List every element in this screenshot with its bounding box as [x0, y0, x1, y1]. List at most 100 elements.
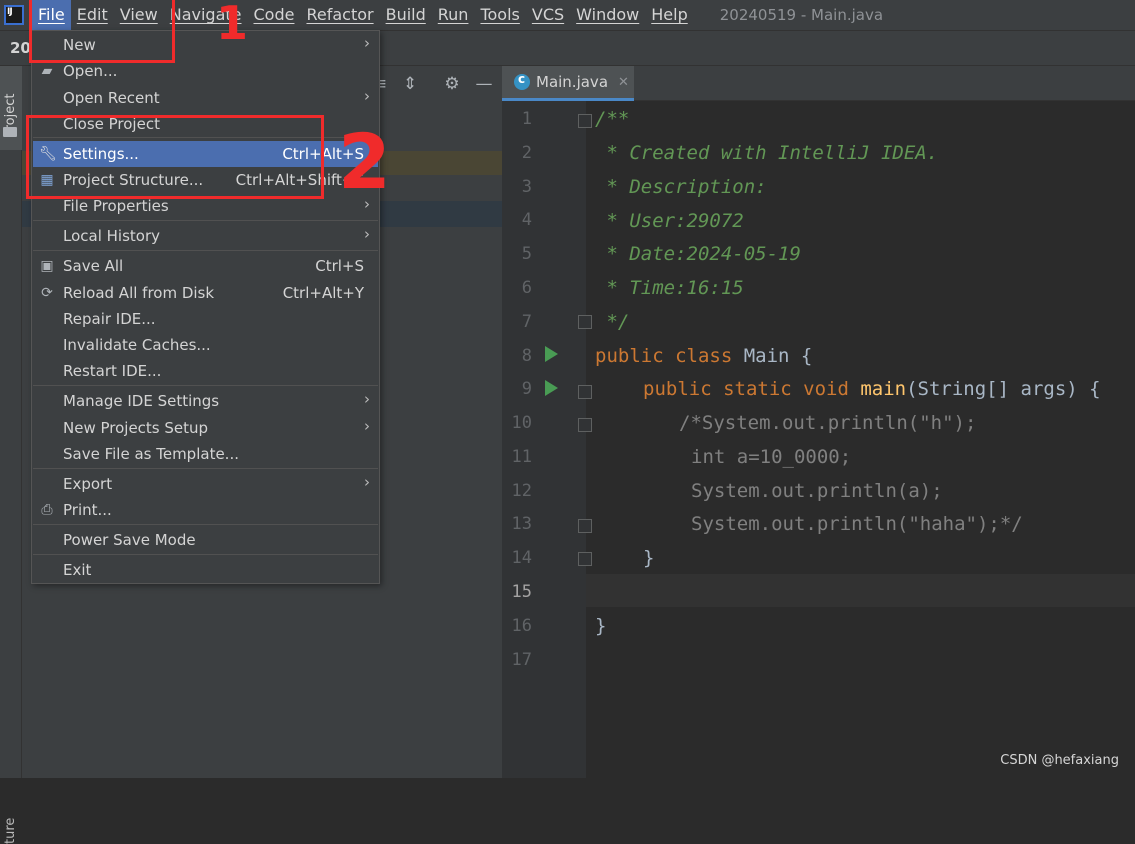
menu-item-new-projects-setup[interactable]: New Projects Setup › [33, 415, 378, 441]
menu-item-print[interactable]: ⎙ Print... [33, 497, 378, 523]
code-line-2[interactable]: * Created with IntelliJ IDEA. [595, 142, 938, 164]
menu-code[interactable]: Code [248, 0, 301, 30]
code-line-8[interactable]: public class Main { [595, 345, 812, 367]
expand-collapse-icon[interactable]: ⇕ [400, 74, 420, 94]
menu-item-save-all[interactable]: ▣ Save All Ctrl+S [33, 253, 378, 279]
annotation-number-1: 1 [216, 0, 249, 50]
menu-run[interactable]: Run [432, 0, 475, 30]
code-line-6[interactable]: * Time:16:15 [595, 277, 743, 299]
editor-gutter: 1 2 3 4 5 6 7 8 9 10 11 12 13 14 15 16 1… [502, 101, 592, 778]
fold-marker-icon[interactable] [578, 114, 592, 128]
keyword: public class [595, 345, 744, 367]
menu-item-label: Invalidate Caches... [63, 336, 211, 354]
menu-separator [33, 250, 378, 251]
line-number: 11 [511, 447, 532, 467]
code-line-1[interactable]: /** [595, 108, 629, 130]
line-number: 4 [521, 210, 532, 230]
method-name: main [860, 378, 907, 400]
menu-separator [33, 524, 378, 525]
menu-item-label: Save All [63, 257, 124, 275]
code-line-9[interactable]: public static void main(String[] args) { [643, 378, 1101, 400]
fold-marker-icon[interactable] [578, 418, 592, 432]
submenu-arrow-icon: › [364, 417, 370, 435]
line-number: 2 [521, 143, 532, 163]
current-line-highlight [586, 574, 1135, 607]
menu-item-open-recent[interactable]: Open Recent › [33, 85, 378, 111]
annotation-box-file [29, 0, 175, 63]
line-number: 13 [511, 514, 532, 534]
line-number: 3 [521, 177, 532, 197]
code-line-13[interactable]: System.out.println("haha");*/ [691, 513, 1023, 535]
hide-panel-icon[interactable]: — [474, 74, 494, 94]
menu-item-power-save-mode[interactable]: Power Save Mode [33, 527, 378, 553]
fold-marker-icon[interactable] [578, 385, 592, 399]
code-line-10[interactable]: /*System.out.println("h"); [679, 412, 976, 434]
java-class-icon [514, 72, 530, 90]
code-line-5[interactable]: * Date:2024-05-19 [595, 243, 800, 265]
line-number: 16 [511, 616, 532, 636]
submenu-arrow-icon: › [364, 34, 370, 52]
menu-separator [33, 220, 378, 221]
code-line-14[interactable]: } [643, 547, 654, 569]
menu-item-label: Repair IDE... [63, 310, 156, 328]
menu-item-repair-ide[interactable]: Repair IDE... [33, 306, 378, 332]
menu-item-label: Open Recent [63, 89, 160, 107]
folder-icon [3, 127, 17, 137]
line-number: 6 [521, 278, 532, 298]
save-icon: ▣ [40, 258, 54, 274]
line-number-current: 15 [511, 582, 532, 602]
left-tool-strip: Project ture [0, 66, 22, 844]
menu-item-exit[interactable]: Exit [33, 557, 378, 583]
code-line-7[interactable]: */ [595, 311, 629, 333]
run-class-icon[interactable] [545, 346, 558, 362]
menu-item-local-history[interactable]: Local History › [33, 223, 378, 249]
print-icon: ⎙ [41, 502, 53, 518]
menu-build[interactable]: Build [380, 0, 432, 30]
structure-tool-label[interactable]: ture [3, 818, 18, 844]
line-number: 8 [521, 346, 532, 366]
menu-item-shortcut: Ctrl+Alt+Y [282, 284, 364, 302]
menu-item-shortcut: Ctrl+S [315, 257, 364, 275]
fold-marker-icon[interactable] [578, 552, 592, 566]
menu-item-export[interactable]: Export › [33, 471, 378, 497]
menu-vcs[interactable]: VCS [526, 0, 570, 30]
code-line-4[interactable]: * User:29072 [595, 210, 743, 232]
menu-item-reload-all[interactable]: ⟳ Reload All from Disk Ctrl+Alt+Y [33, 280, 378, 306]
tab-main-java[interactable]: Main.java ✕ [502, 66, 634, 101]
menu-item-label: Manage IDE Settings [63, 392, 220, 410]
submenu-arrow-icon: › [364, 225, 370, 243]
code-line-16[interactable]: } [595, 615, 606, 637]
project-tool-tab[interactable]: Project [0, 66, 22, 150]
menu-item-label: Save File as Template... [63, 445, 239, 463]
menu-item-invalidate-caches[interactable]: Invalidate Caches... [33, 332, 378, 358]
menu-refactor[interactable]: Refactor [300, 0, 379, 30]
window-title: 20240519 - Main.java [719, 6, 884, 24]
menu-help[interactable]: Help [645, 0, 693, 30]
gear-icon[interactable]: ⚙ [442, 74, 462, 94]
menu-item-restart-ide[interactable]: Restart IDE... [33, 358, 378, 384]
menu-item-manage-ide-settings[interactable]: Manage IDE Settings › [33, 388, 378, 414]
code-line-12[interactable]: System.out.println(a); [691, 480, 943, 502]
code-line-11[interactable]: int a=10_0000; [691, 446, 851, 468]
code-editor: Main.java ✕ 1 2 3 4 5 6 7 8 9 10 11 12 1… [502, 66, 1135, 778]
line-number: 17 [511, 650, 532, 670]
menu-item-label: Open... [63, 62, 118, 80]
submenu-arrow-icon: › [364, 473, 370, 491]
fold-marker-icon[interactable] [578, 315, 592, 329]
folder-open-icon: ▰ [41, 63, 53, 79]
menu-item-label: Export [63, 475, 113, 493]
menu-item-label: Reload All from Disk [63, 284, 215, 302]
intellij-logo-icon[interactable] [4, 5, 24, 25]
code-line-3[interactable]: * Description: [595, 176, 766, 198]
close-tab-icon[interactable]: ✕ [618, 75, 629, 90]
menu-window[interactable]: Window [570, 0, 645, 30]
fold-marker-icon[interactable] [578, 519, 592, 533]
menu-tools[interactable]: Tools [474, 0, 525, 30]
menu-item-label: File Properties [63, 197, 169, 215]
menu-item-label: Local History [63, 227, 161, 245]
menu-item-label: New Projects Setup [63, 419, 209, 437]
menu-item-save-file-as-template[interactable]: Save File as Template... [33, 441, 378, 467]
submenu-arrow-icon: › [364, 87, 370, 105]
annotation-box-settings [26, 115, 324, 199]
run-main-icon[interactable] [545, 380, 558, 396]
